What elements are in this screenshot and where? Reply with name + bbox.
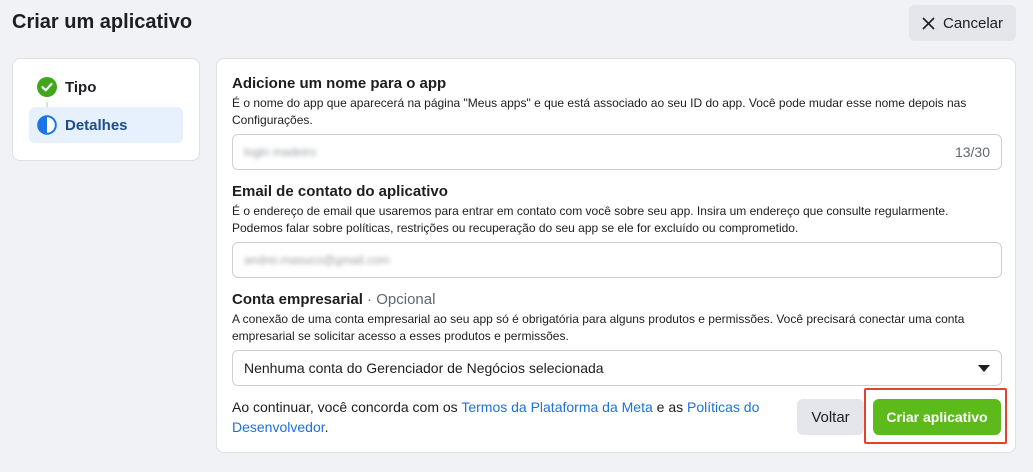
half-circle-icon	[37, 115, 57, 135]
app-name-input[interactable]: login madeiro 13/30	[232, 134, 1002, 170]
check-circle-icon	[37, 77, 57, 97]
step-label: Tipo	[65, 78, 97, 96]
page-title: Criar um aplicativo	[12, 11, 193, 33]
business-section: Conta empresarial · Opcional A conexão d…	[232, 291, 1002, 386]
business-select-value: Nenhuma conta do Gerenciador de Negócios…	[244, 360, 604, 376]
terms-middle: e as	[652, 399, 687, 415]
platform-terms-link[interactable]: Termos da Plataforma da Meta	[461, 399, 652, 415]
app-name-description: É o nome do app que aparecerá na página …	[232, 96, 967, 127]
cancel-label: Cancelar	[942, 14, 1004, 32]
terms-suffix: .	[324, 419, 329, 435]
email-field[interactable]: andrei.masuco@gmail.com	[232, 242, 1002, 278]
step-tipo[interactable]: Tipo	[29, 69, 183, 112]
char-counter: 13/30	[954, 144, 990, 160]
email-label: Email de contato do aplicativo	[232, 183, 448, 200]
business-description: A conexão de uma conta empresarial ao se…	[232, 312, 965, 343]
create-app-button[interactable]: Criar aplicativo	[873, 399, 1001, 435]
terms-text: Ao continuar, você concorda com os Termo…	[232, 397, 782, 437]
back-button[interactable]: Voltar	[797, 399, 864, 435]
email-value: andrei.masuco@gmail.com	[244, 253, 390, 267]
caret-down-icon	[978, 364, 990, 372]
close-icon	[922, 16, 935, 30]
app-name-section: Adicione um nome para o app É o nome do …	[232, 75, 1002, 170]
steps-panel: Tipo Detalhes	[12, 58, 200, 161]
business-label: Conta empresarial · Opcional	[232, 291, 1002, 309]
details-form: Adicione um nome para o app É o nome do …	[216, 58, 1016, 453]
email-section: Email de contato do aplicativo É o ender…	[232, 183, 1002, 278]
email-description: É o endereço de email que usaremos para …	[232, 204, 949, 235]
app-name-value: login madeiro	[244, 145, 317, 159]
terms-prefix: Ao continuar, você concorda com os	[232, 399, 462, 415]
step-detalhes[interactable]: Detalhes	[29, 107, 183, 143]
app-name-label: Adicione um nome para o app	[232, 75, 447, 92]
optional-tag: · Opcional	[362, 291, 436, 308]
step-label: Detalhes	[65, 116, 128, 134]
cancel-button[interactable]: Cancelar	[909, 5, 1016, 41]
business-label-text: Conta empresarial	[232, 291, 363, 308]
business-account-select[interactable]: Nenhuma conta do Gerenciador de Negócios…	[232, 350, 1002, 386]
